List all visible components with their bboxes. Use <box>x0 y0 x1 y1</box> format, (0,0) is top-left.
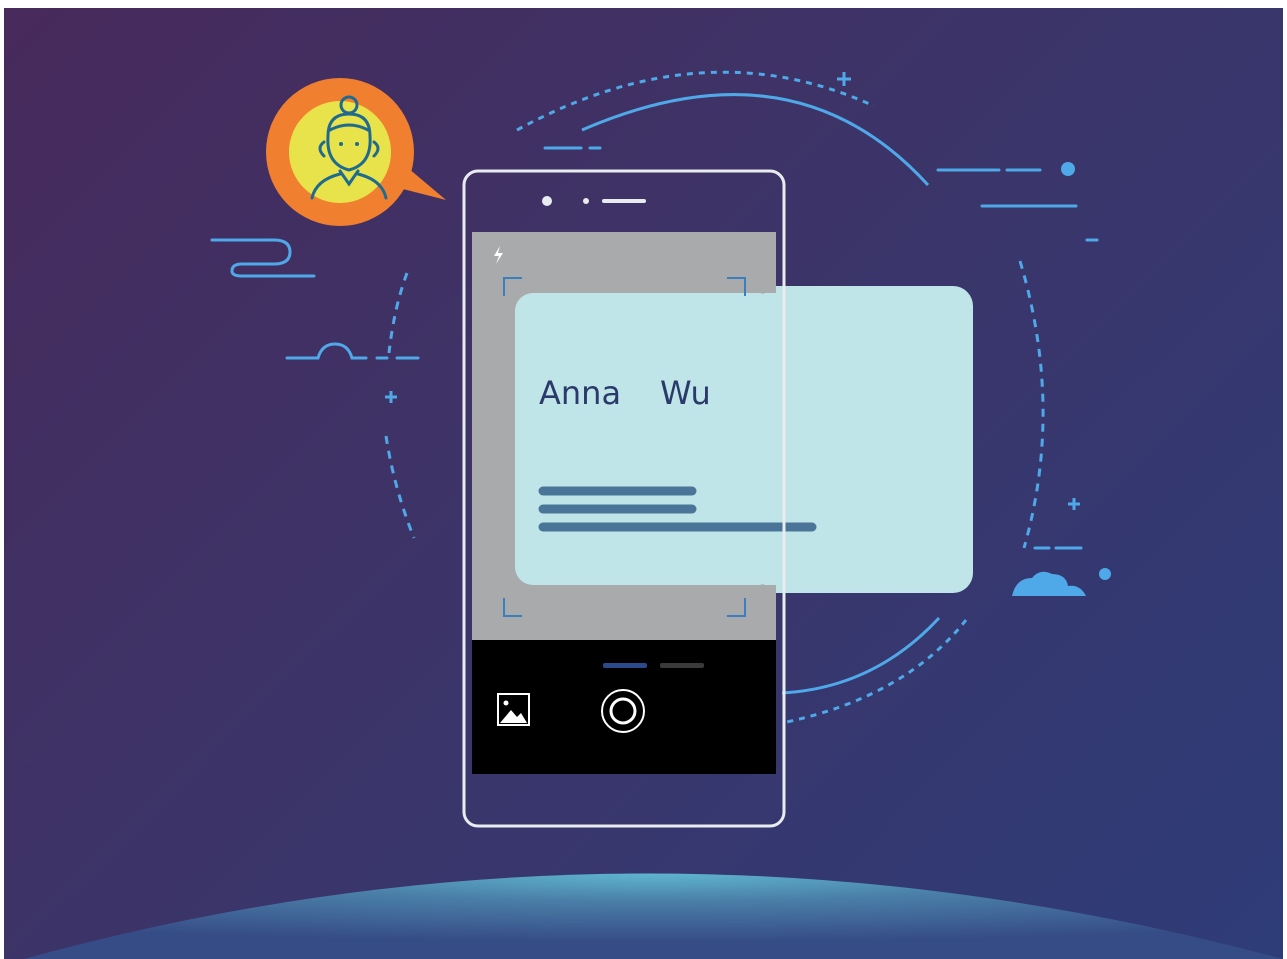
card-first-name: Anna <box>539 374 621 412</box>
orbit-dashed-top <box>516 70 875 132</box>
business-card <box>515 293 776 585</box>
orbit-dashed-left-lower <box>384 435 416 539</box>
orbit-dashed-bottom <box>781 619 968 725</box>
orbit-solid-bottom <box>781 616 941 695</box>
business-card-edge <box>764 293 776 585</box>
orbit-dashed-right <box>1018 260 1045 549</box>
decor-dot <box>1061 162 1075 176</box>
mode-label-blur <box>660 663 704 668</box>
mode-label-blur <box>603 663 647 668</box>
decor-dot <box>1099 568 1111 580</box>
illustration-svg: Anna Wu <box>24 70 1283 959</box>
proximity-sensor <box>583 198 589 204</box>
illustration-canvas: Anna Wu <box>4 8 1283 959</box>
planet-horizon <box>24 873 1283 959</box>
cloud-icon <box>1012 571 1086 596</box>
orbit-dashed-left-upper <box>387 272 409 354</box>
card-last-name: Wu <box>660 374 711 412</box>
camera-bottom-bar <box>472 640 776 774</box>
front-camera <box>542 196 552 206</box>
avatar-bubble <box>266 78 446 226</box>
